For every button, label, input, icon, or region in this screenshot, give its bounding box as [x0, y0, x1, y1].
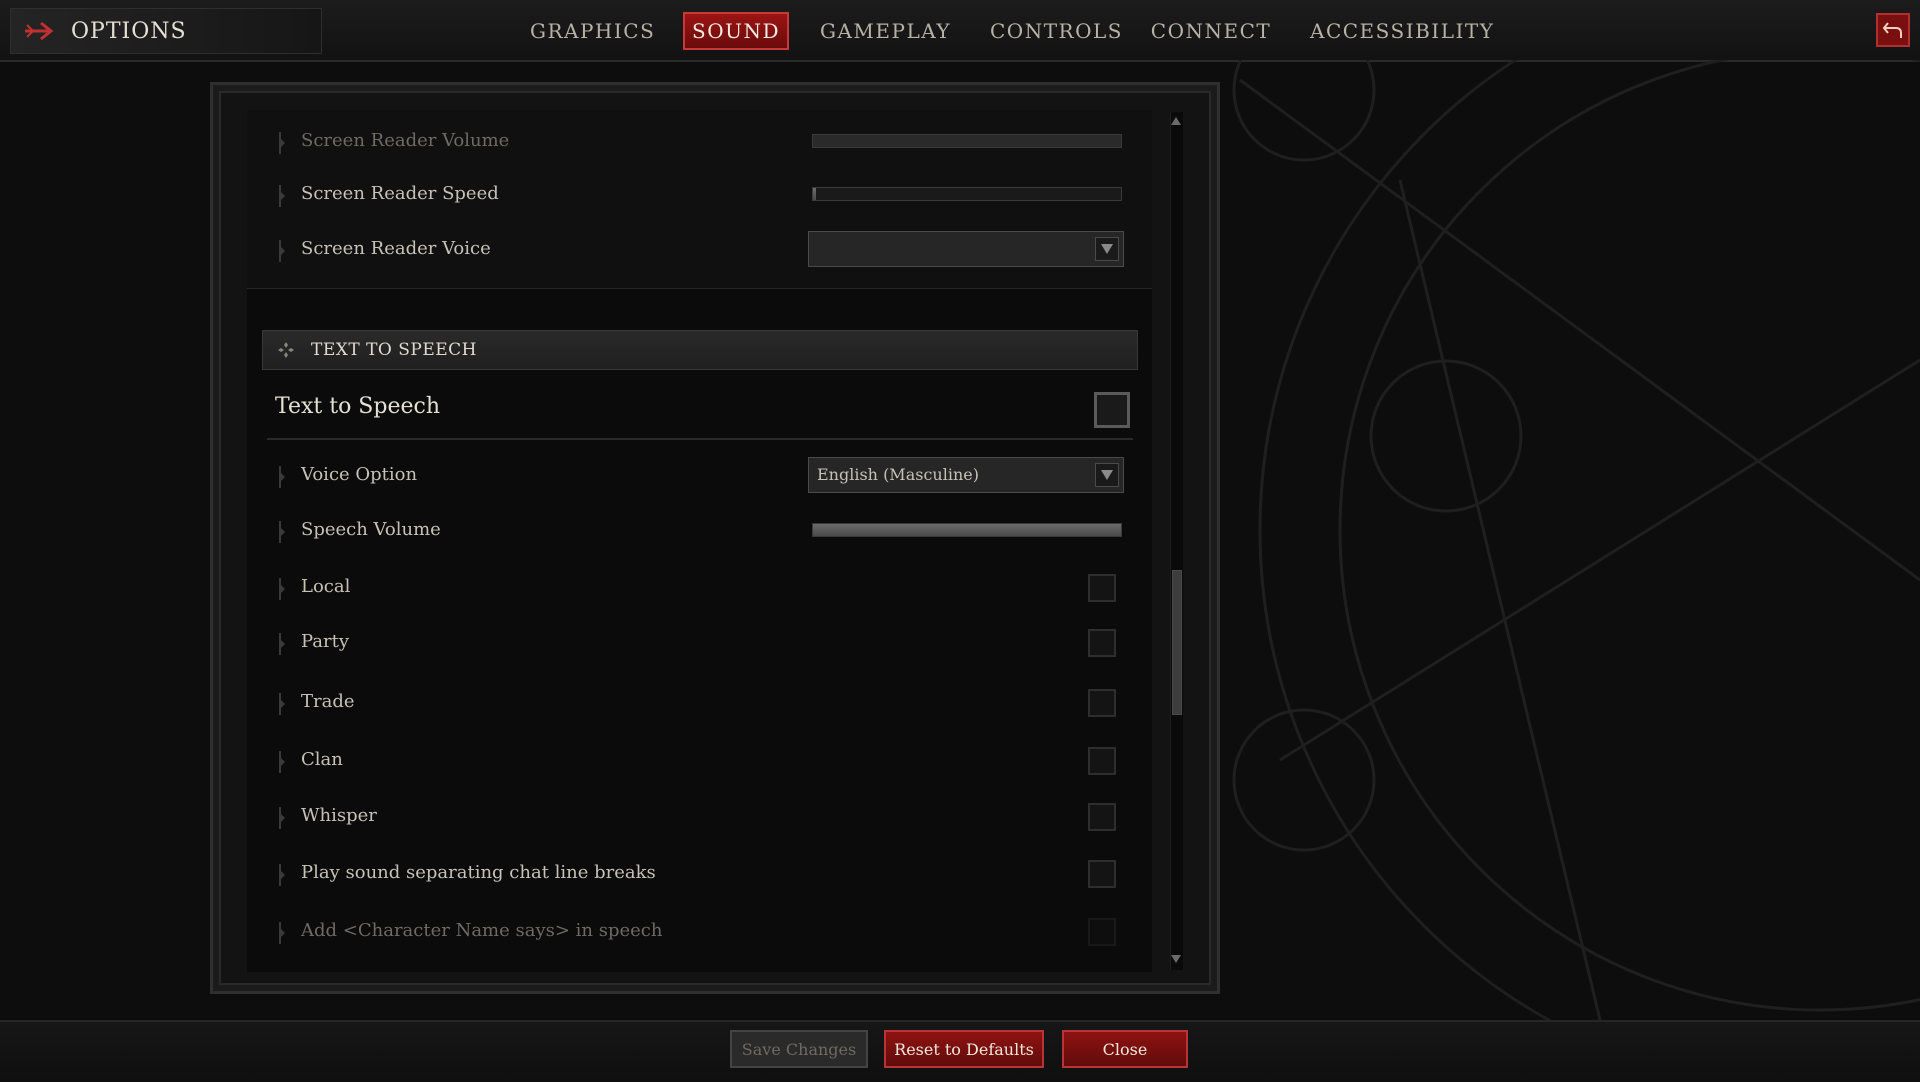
- voice-option-row[interactable]: Voice Option English (Masculine): [247, 456, 1127, 496]
- reset-defaults-button[interactable]: Reset to Defaults: [884, 1030, 1044, 1068]
- setting-label: Party: [301, 631, 350, 652]
- speech-volume-slider[interactable]: [812, 523, 1122, 537]
- options-arrow-icon: [25, 21, 54, 41]
- channel-row-line-breaks[interactable]: Play sound separating chat line breaks: [247, 854, 1127, 894]
- setting-label: Text to Speech: [275, 394, 440, 419]
- scrollbar-thumb[interactable]: [1172, 570, 1182, 715]
- dropdown-value: English (Masculine): [817, 465, 979, 484]
- row-tick-icon: [279, 240, 285, 262]
- screen-reader-volume-slider[interactable]: [812, 134, 1122, 148]
- setting-label: Clan: [301, 749, 343, 770]
- tab-gameplay[interactable]: GAMEPLAY: [820, 12, 950, 50]
- tab-graphics[interactable]: GRAPHICS: [530, 12, 654, 50]
- row-tick-icon: [279, 807, 285, 829]
- setting-label: Speech Volume: [301, 519, 441, 540]
- clan-checkbox[interactable]: [1088, 747, 1116, 775]
- row-tick-icon: [279, 633, 285, 655]
- channel-row-clan[interactable]: Clan: [247, 741, 1127, 781]
- screen-reader-speed-slider[interactable]: [812, 187, 1122, 201]
- row-tick-icon: [279, 922, 285, 944]
- slider-fill: [813, 188, 816, 200]
- local-checkbox[interactable]: [1088, 574, 1116, 602]
- setting-label: Play sound separating chat line breaks: [301, 862, 656, 883]
- chevron-down-icon[interactable]: [1095, 237, 1119, 261]
- setting-label: Trade: [301, 691, 355, 712]
- line-breaks-checkbox[interactable]: [1088, 860, 1116, 888]
- setting-label: Add <Character Name says> in speech: [301, 920, 663, 941]
- section-title: TEXT TO SPEECH: [311, 340, 478, 360]
- setting-label: Voice Option: [301, 464, 418, 485]
- diamond-cluster-icon: [278, 342, 294, 358]
- row-tick-icon: [279, 578, 285, 600]
- setting-label: Whisper: [301, 805, 377, 826]
- options-panel[interactable]: Screen Reader Volume 100 Screen Reader S…: [247, 110, 1152, 972]
- screen-reader-speed-row[interactable]: Screen Reader Speed 0: [247, 175, 1127, 215]
- return-arrow-icon: [1882, 22, 1902, 38]
- setting-label: Screen Reader Voice: [301, 238, 491, 259]
- party-checkbox[interactable]: [1088, 629, 1116, 657]
- text-to-speech-master-row[interactable]: Text to Speech: [267, 378, 1133, 440]
- slider-fill: [813, 135, 1121, 147]
- screen-reader-voice-dropdown[interactable]: [808, 231, 1124, 267]
- row-tick-icon: [279, 185, 285, 207]
- channel-row-trade[interactable]: Trade: [247, 683, 1127, 723]
- slider-fill: [813, 524, 1121, 536]
- screen-reader-voice-row[interactable]: Screen Reader Voice: [247, 230, 1127, 270]
- tab-controls[interactable]: CONTROLS: [990, 12, 1121, 50]
- back-button[interactable]: [1876, 13, 1910, 47]
- character-name-checkbox[interactable]: [1088, 918, 1116, 946]
- speech-volume-row[interactable]: Speech Volume 100: [247, 511, 1127, 551]
- tab-sound[interactable]: SOUND: [683, 12, 789, 50]
- top-bar: OPTIONS GRAPHICS SOUND GAMEPLAY CONTROLS…: [0, 0, 1920, 62]
- row-tick-icon: [279, 132, 285, 154]
- options-title-label: OPTIONS: [71, 18, 187, 44]
- text-to-speech-checkbox[interactable]: [1094, 392, 1130, 428]
- setting-label: Local: [301, 576, 351, 597]
- row-tick-icon: [279, 693, 285, 715]
- scroll-up-icon[interactable]: [1170, 114, 1182, 128]
- close-button[interactable]: Close: [1062, 1030, 1188, 1068]
- trade-checkbox[interactable]: [1088, 689, 1116, 717]
- row-tick-icon: [279, 751, 285, 773]
- scrollbar-track[interactable]: [1170, 112, 1183, 970]
- tts-section-header: TEXT TO SPEECH: [262, 330, 1138, 370]
- tab-accessibility[interactable]: ACCESSIBILITY: [1310, 12, 1493, 50]
- row-tick-icon: [279, 521, 285, 543]
- save-changes-button[interactable]: Save Changes: [730, 1030, 868, 1068]
- row-tick-icon: [279, 864, 285, 886]
- whisper-checkbox[interactable]: [1088, 803, 1116, 831]
- screen-reader-volume-row[interactable]: Screen Reader Volume 100: [247, 122, 1127, 162]
- chevron-down-icon[interactable]: [1095, 463, 1119, 487]
- tab-connect[interactable]: CONNECT: [1150, 12, 1272, 50]
- voice-option-dropdown[interactable]: English (Masculine): [808, 457, 1124, 493]
- background-runes-decor: [1232, 60, 1920, 1020]
- channel-row-character-name[interactable]: Add <Character Name says> in speech: [247, 912, 1127, 952]
- scroll-down-icon[interactable]: [1170, 952, 1182, 966]
- setting-label: Screen Reader Speed: [301, 183, 499, 204]
- channel-row-whisper[interactable]: Whisper: [247, 797, 1127, 837]
- setting-label: Screen Reader Volume: [301, 130, 510, 151]
- channel-row-local[interactable]: Local: [247, 568, 1127, 608]
- options-title: OPTIONS: [10, 8, 322, 54]
- row-tick-icon: [279, 466, 285, 488]
- channel-row-party[interactable]: Party: [247, 623, 1127, 663]
